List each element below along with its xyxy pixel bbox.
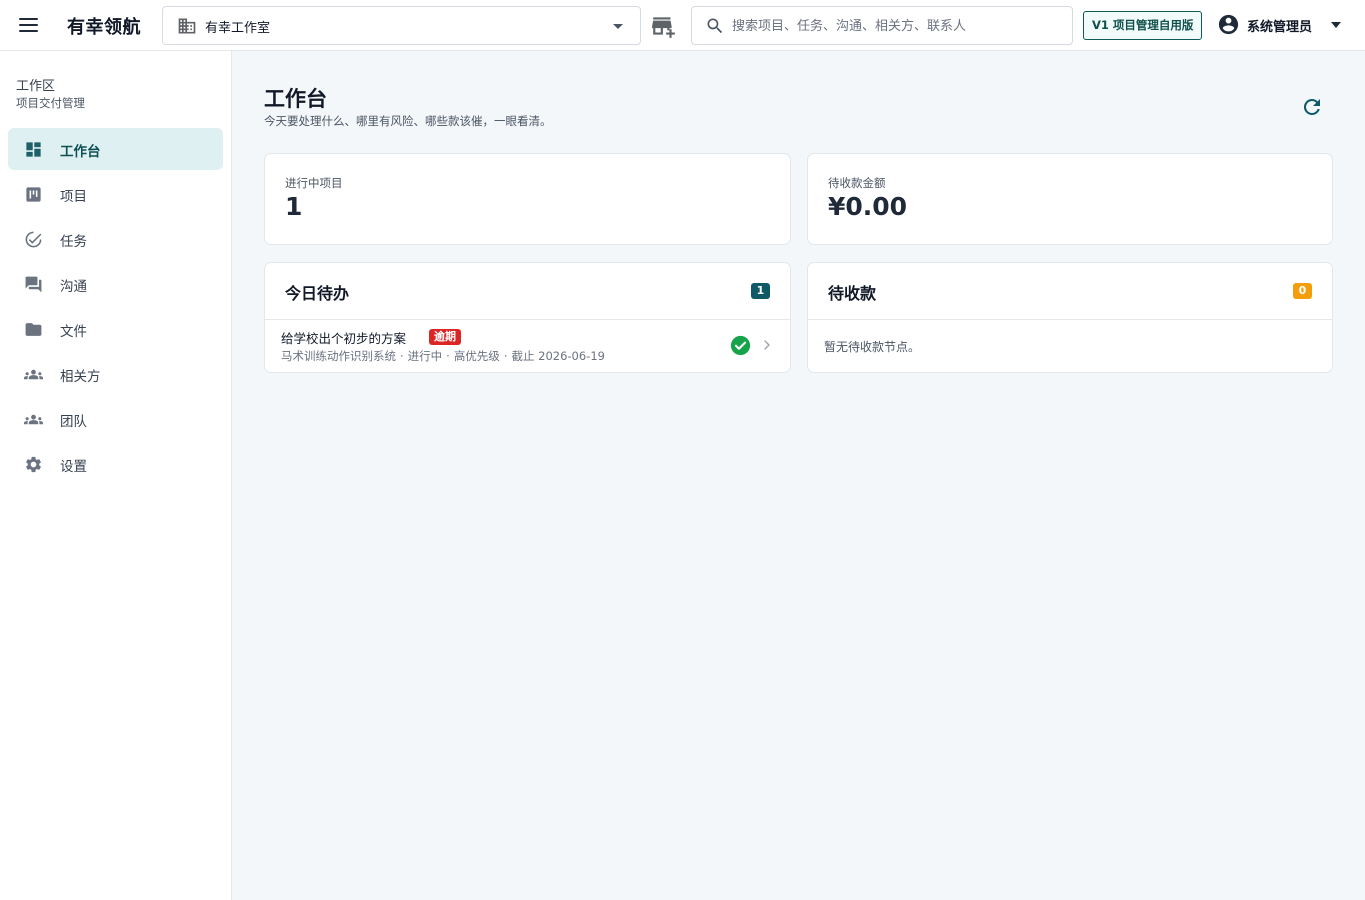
- account-circle-icon: [1218, 14, 1239, 35]
- task-priority: 高优先级: [453, 349, 500, 363]
- caret-down-icon: [613, 24, 623, 29]
- workspace-title: 工作区: [16, 79, 56, 94]
- gear-icon: [26, 456, 41, 473]
- task-project: 马术训练动作识别系统: [281, 349, 396, 363]
- groups-icon: [24, 369, 43, 380]
- sidebar-item-label: 文件: [60, 324, 87, 340]
- sidebar-item-label: 工作台: [60, 144, 101, 160]
- sidebar-item-stakeholders[interactable]: 相关方: [8, 353, 223, 395]
- panel-header: 今日待办 1: [265, 263, 790, 320]
- dashboard-icon: [26, 142, 41, 157]
- panel-header: 待收款 0: [808, 263, 1332, 320]
- page-title: 工作台: [264, 87, 327, 111]
- sidebar-item-tasks[interactable]: 任务: [8, 218, 223, 260]
- building-icon: [178, 18, 196, 34]
- task-deadline: 截止 2026-06-19: [511, 349, 605, 363]
- top-bar: 有幸领航 有幸工作室 V1 项目管理自用版 系统管理员: [0, 0, 1365, 51]
- page-subtitle: 今天要处理什么、哪里有风险、哪些款该催，一眼看清。: [264, 114, 552, 128]
- stat-label: 待收款金额: [828, 176, 886, 190]
- today-todo-panel: 今日待办 1 给学校出个初步的方案 逾期 马术训练动作识别系统 · 进行中 · 高优先级…: [264, 262, 791, 373]
- sidebar-item-label: 设置: [60, 459, 87, 475]
- stat-card-receivable-amount: 待收款金额 ¥0.00: [807, 153, 1333, 245]
- folder-icon: [25, 323, 42, 336]
- search-icon: [707, 18, 723, 34]
- add-store-icon[interactable]: [651, 13, 677, 39]
- search-input[interactable]: [732, 15, 1062, 37]
- sidebar-item-label: 任务: [60, 234, 87, 250]
- app-brand[interactable]: 有幸领航: [67, 13, 141, 39]
- task-status: 进行中: [407, 349, 443, 363]
- receivables-count-badge: 0: [1293, 283, 1312, 299]
- stat-value: 1: [285, 192, 303, 221]
- chevron-right-icon[interactable]: [762, 338, 772, 352]
- panel-title: 今日待办: [285, 284, 350, 303]
- workspace-subtitle: 项目交付管理: [16, 96, 85, 110]
- sidebar-item-label: 项目: [60, 189, 87, 205]
- caret-down-icon: [1331, 22, 1341, 28]
- organization-select[interactable]: 有幸工作室: [162, 6, 641, 45]
- sidebar-item-projects[interactable]: 项目: [8, 173, 223, 215]
- stat-label: 进行中项目: [285, 176, 343, 190]
- sidebar-item-settings[interactable]: 设置: [8, 443, 223, 485]
- empty-state-text: 暂无待收款节点。: [824, 340, 921, 354]
- panel-title: 待收款: [828, 284, 877, 303]
- stat-card-active-projects: 进行中项目 1: [264, 153, 791, 245]
- sidebar-item-team[interactable]: 团队: [8, 398, 223, 440]
- kanban-icon: [26, 187, 41, 202]
- sidebar-item-label: 相关方: [60, 369, 101, 385]
- task-meta: 马术训练动作识别系统 · 进行中 · 高优先级 · 截止 2026-06-19: [281, 349, 605, 363]
- sidebar: 工作区 项目交付管理 工作台 项目 任务 沟通 文件 相关方 团队 设置: [0, 51, 232, 900]
- menu-icon[interactable]: [18, 14, 40, 36]
- sidebar-item-communication[interactable]: 沟通: [8, 263, 223, 305]
- todo-count-badge: 1: [751, 283, 770, 299]
- version-badge: V1 项目管理自用版: [1083, 11, 1203, 40]
- task-row[interactable]: 给学校出个初步的方案 逾期 马术训练动作识别系统 · 进行中 · 高优先级 · 截止 202…: [265, 320, 790, 372]
- complete-check-icon[interactable]: [730, 335, 751, 356]
- sidebar-item-label: 团队: [60, 414, 87, 430]
- stat-value: ¥0.00: [828, 192, 908, 221]
- refresh-icon[interactable]: [1300, 95, 1324, 119]
- sidebar-item-label: 沟通: [60, 279, 87, 295]
- receivables-panel: 待收款 0 暂无待收款节点。: [807, 262, 1333, 373]
- sidebar-item-dashboard[interactable]: 工作台: [8, 128, 223, 170]
- user-name: 系统管理员: [1247, 20, 1313, 35]
- chat-icon: [25, 276, 42, 293]
- check-circle-icon: [25, 231, 42, 248]
- sidebar-item-files[interactable]: 文件: [8, 308, 223, 350]
- organization-name: 有幸工作室: [205, 21, 271, 36]
- global-search[interactable]: [691, 6, 1073, 45]
- team-icon: [24, 414, 43, 425]
- task-title: 给学校出个初步的方案: [281, 331, 407, 346]
- overdue-tag: 逾期: [429, 329, 461, 345]
